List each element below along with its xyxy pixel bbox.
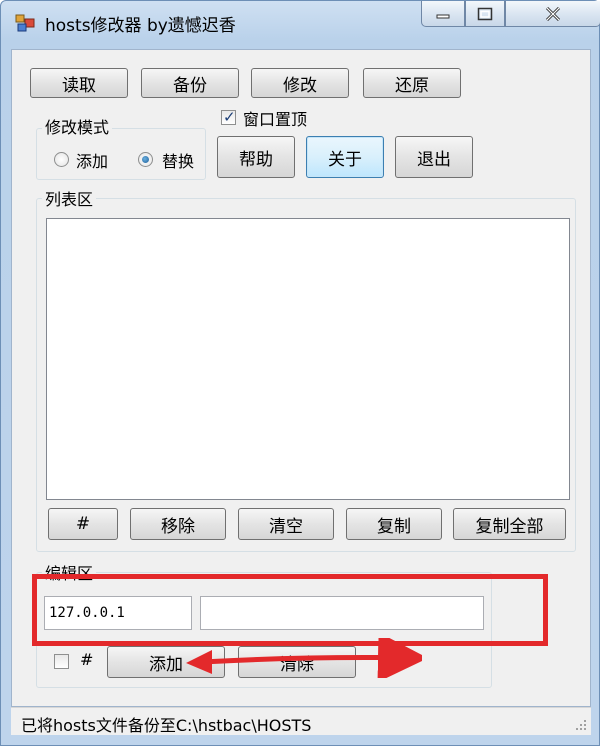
mode-add-radio[interactable]	[54, 152, 69, 167]
list-group-title: 列表区	[42, 186, 97, 210]
help-button[interactable]: 帮助	[217, 136, 295, 178]
checkmark-icon: ✓	[223, 108, 236, 126]
minimize-button[interactable]	[421, 1, 465, 27]
backup-button[interactable]: 备份	[141, 68, 239, 98]
modify-button[interactable]: 修改	[251, 68, 349, 98]
app-window: hosts修改器 by遗憾迟香 读取 备份 修改 还原 修改模式 添加 替换 ✓…	[0, 0, 600, 746]
resize-grip-icon[interactable]	[573, 717, 587, 731]
list-hash-button[interactable]: #	[48, 508, 118, 540]
hash-checkbox[interactable]	[54, 654, 69, 669]
hash-checkbox-label: #	[80, 650, 94, 669]
annotation-arrow-icon	[186, 638, 422, 678]
remove-button[interactable]: 移除	[130, 508, 226, 540]
hosts-listbox[interactable]	[46, 218, 570, 500]
copy-button[interactable]: 复制	[346, 508, 442, 540]
annotation-highlight-box	[32, 574, 548, 646]
close-icon	[545, 6, 561, 21]
maximize-button[interactable]	[465, 1, 505, 27]
mode-group-title: 修改模式	[42, 114, 113, 138]
window-title: hosts修改器 by遗憾迟香	[45, 16, 236, 36]
exit-button[interactable]: 退出	[395, 136, 473, 178]
topmost-checkbox[interactable]: ✓	[221, 108, 236, 126]
copy-all-button[interactable]: 复制全部	[453, 508, 566, 540]
app-icon	[15, 14, 35, 32]
mode-replace-radio[interactable]	[138, 152, 153, 167]
mode-add-label: 添加	[76, 152, 109, 171]
close-button[interactable]	[505, 1, 600, 27]
read-button[interactable]: 读取	[30, 68, 128, 98]
topmost-label: 窗口置顶	[243, 110, 308, 129]
title-bar[interactable]: hosts修改器 by遗憾迟香	[1, 1, 600, 45]
about-button[interactable]: 关于	[306, 136, 384, 178]
client-area: 读取 备份 修改 还原 修改模式 添加 替换 ✓ 窗口置顶 帮助 关于 退出 列…	[11, 49, 591, 707]
restore-button[interactable]: 还原	[363, 68, 461, 98]
status-text: 已将hosts文件备份至C:\hstbac\HOSTS	[21, 716, 312, 735]
maximize-icon	[477, 7, 493, 20]
status-bar: 已将hosts文件备份至C:\hstbac\HOSTS	[11, 707, 591, 735]
mode-replace-label: 替换	[162, 152, 195, 171]
minimize-icon	[436, 14, 450, 18]
clear-list-button[interactable]: 清空	[238, 508, 334, 540]
